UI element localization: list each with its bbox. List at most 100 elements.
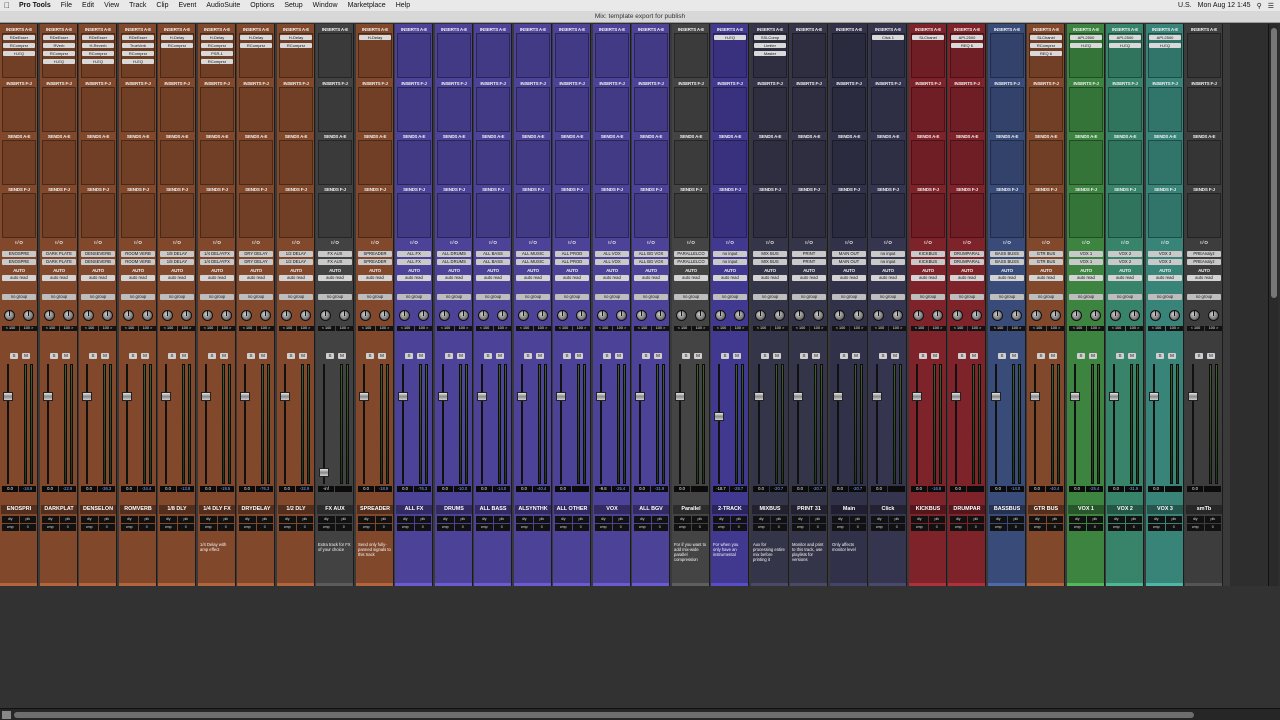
track-name[interactable]: SPREADER bbox=[357, 505, 393, 514]
insert-plugin[interactable]: RDeEsser bbox=[43, 35, 75, 40]
mute-button[interactable]: M bbox=[299, 353, 307, 359]
solo-button[interactable]: S bbox=[89, 353, 97, 359]
insert-slots[interactable] bbox=[476, 33, 510, 78]
automation-mode[interactable]: auto read bbox=[950, 275, 984, 281]
output-selector[interactable]: no input bbox=[871, 259, 905, 265]
insert-slots[interactable] bbox=[318, 33, 352, 78]
insert-slots[interactable] bbox=[753, 87, 787, 132]
solo-button[interactable]: S bbox=[800, 353, 808, 359]
mute-button[interactable]: M bbox=[62, 353, 70, 359]
insert-plugin[interactable]: REQ 6 bbox=[951, 43, 983, 48]
solo-button[interactable]: S bbox=[287, 353, 295, 359]
input-selector[interactable]: ALL VOX bbox=[595, 251, 629, 257]
pan-knob-left[interactable] bbox=[794, 310, 805, 321]
insert-slots[interactable] bbox=[634, 33, 668, 78]
insert-plugin[interactable]: REQ 6 bbox=[1030, 51, 1062, 56]
group-selector[interactable]: no group bbox=[634, 294, 668, 300]
menu-file[interactable]: File bbox=[56, 0, 77, 11]
insert-slots[interactable] bbox=[160, 87, 194, 132]
pan-knob-left[interactable] bbox=[952, 310, 963, 321]
output-selector[interactable]: MIX BUS bbox=[753, 259, 787, 265]
automation-mode[interactable]: auto read bbox=[1187, 275, 1221, 281]
output-selector[interactable]: FX AUX bbox=[318, 259, 352, 265]
send-slots[interactable] bbox=[792, 193, 826, 238]
automation-mode[interactable]: auto read bbox=[753, 275, 787, 281]
insert-plugin[interactable]: RVerb bbox=[43, 43, 75, 48]
insert-plugin[interactable]: RComprsr bbox=[240, 43, 272, 48]
insert-slots[interactable] bbox=[595, 87, 629, 132]
send-slots[interactable] bbox=[476, 140, 510, 185]
insert-plugin[interactable]: RComprsr bbox=[280, 43, 312, 48]
mute-button[interactable]: M bbox=[1207, 353, 1215, 359]
send-slots[interactable] bbox=[279, 193, 313, 238]
insert-plugin[interactable]: API-2500 bbox=[951, 35, 983, 40]
automation-mode[interactable]: auto read bbox=[634, 275, 668, 281]
group-selector[interactable]: no group bbox=[476, 294, 510, 300]
pan-knob-right[interactable] bbox=[1090, 310, 1101, 321]
mute-button[interactable]: M bbox=[496, 353, 504, 359]
track-name[interactable]: DRYDELAY bbox=[238, 505, 274, 514]
solo-button[interactable]: S bbox=[247, 353, 255, 359]
insert-slots[interactable] bbox=[555, 33, 589, 78]
insert-plugin[interactable]: H-Reverb bbox=[82, 43, 114, 48]
input-selector[interactable]: ALL FX bbox=[397, 251, 431, 257]
automation-mode[interactable]: auto read bbox=[2, 275, 36, 281]
group-selector[interactable]: no group bbox=[792, 294, 826, 300]
insert-plugin[interactable]: H-Delay bbox=[280, 35, 312, 40]
input-selector[interactable]: 1/2 DELAY bbox=[279, 251, 313, 257]
insert-slots[interactable] bbox=[42, 87, 76, 132]
pan-knob-right[interactable] bbox=[142, 310, 153, 321]
solo-button[interactable]: S bbox=[603, 353, 611, 359]
pan-knob-right[interactable] bbox=[63, 310, 74, 321]
group-selector[interactable]: no group bbox=[200, 294, 234, 300]
track-name[interactable]: VOX 2 bbox=[1107, 505, 1143, 514]
solo-button[interactable]: S bbox=[445, 353, 453, 359]
volume-fader[interactable] bbox=[912, 392, 922, 401]
output-selector[interactable]: ALL DRUMS bbox=[437, 259, 471, 265]
volume-fader[interactable] bbox=[122, 392, 132, 401]
solo-button[interactable]: S bbox=[682, 353, 690, 359]
group-selector[interactable]: no group bbox=[1148, 294, 1182, 300]
output-selector[interactable]: VOX 1 bbox=[1069, 259, 1103, 265]
track-name[interactable]: ALL BGV bbox=[633, 505, 669, 514]
group-selector[interactable]: no group bbox=[753, 294, 787, 300]
insert-slots[interactable] bbox=[476, 87, 510, 132]
solo-button[interactable]: S bbox=[50, 353, 58, 359]
insert-slots[interactable] bbox=[516, 87, 550, 132]
volume-fader[interactable] bbox=[201, 392, 211, 401]
insert-slots[interactable] bbox=[397, 87, 431, 132]
track-name[interactable]: ALSYNTHK bbox=[515, 505, 551, 514]
send-slots[interactable] bbox=[634, 140, 668, 185]
insert-slots[interactable] bbox=[1187, 33, 1221, 78]
send-slots[interactable] bbox=[358, 140, 392, 185]
track-name[interactable]: DRUMS bbox=[436, 505, 472, 514]
automation-mode[interactable]: auto read bbox=[437, 275, 471, 281]
pan-knob-right[interactable] bbox=[1208, 310, 1219, 321]
mute-button[interactable]: M bbox=[536, 353, 544, 359]
automation-mode[interactable]: auto read bbox=[516, 275, 550, 281]
output-selector[interactable]: 1/2 DELAY bbox=[279, 259, 313, 265]
track-name[interactable]: VOX bbox=[594, 505, 630, 514]
mute-button[interactable]: M bbox=[1089, 353, 1097, 359]
automation-mode[interactable]: auto read bbox=[358, 275, 392, 281]
solo-button[interactable]: S bbox=[1195, 353, 1203, 359]
insert-slots[interactable] bbox=[437, 87, 471, 132]
input-selector[interactable]: GTR BUS bbox=[1029, 251, 1063, 257]
pan-knob-right[interactable] bbox=[339, 310, 350, 321]
insert-slots[interactable] bbox=[516, 33, 550, 78]
mute-button[interactable]: M bbox=[220, 353, 228, 359]
insert-plugin[interactable]: SLChanel bbox=[1030, 35, 1062, 40]
insert-plugin[interactable]: TrueVerb bbox=[122, 43, 154, 48]
insert-slots[interactable] bbox=[555, 87, 589, 132]
automation-mode[interactable]: auto read bbox=[832, 275, 866, 281]
pan-knob-left[interactable] bbox=[992, 310, 1003, 321]
send-slots[interactable] bbox=[871, 193, 905, 238]
mute-button[interactable]: M bbox=[852, 353, 860, 359]
menu-marketplace[interactable]: Marketplace bbox=[343, 0, 391, 11]
track-name[interactable]: DRUMPAR bbox=[949, 505, 985, 514]
send-slots[interactable] bbox=[121, 193, 155, 238]
output-selector[interactable]: ALL PROD bbox=[555, 259, 589, 265]
pan-knob-right[interactable] bbox=[774, 310, 785, 321]
volume-fader[interactable] bbox=[1149, 392, 1159, 401]
pan-knob-left[interactable] bbox=[1110, 310, 1121, 321]
